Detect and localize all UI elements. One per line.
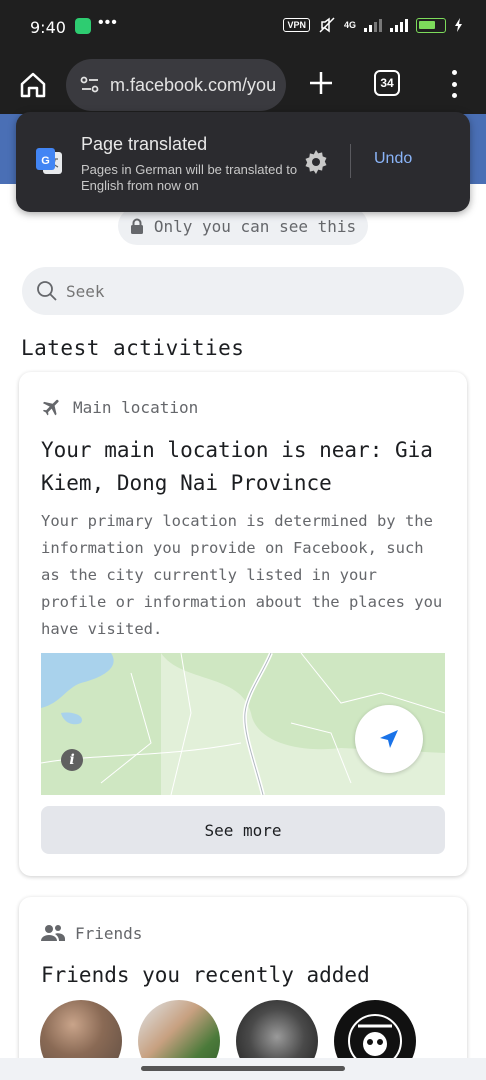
navigation-arrow-icon <box>380 730 398 748</box>
friends-heading: Friends you recently added <box>41 963 370 987</box>
see-more-button[interactable]: See more <box>41 806 445 854</box>
card-header-label: Main location <box>73 397 199 417</box>
page-content: Only you can see this Latest activities … <box>0 114 486 1080</box>
gesture-handle[interactable] <box>141 1066 345 1071</box>
friends-icon <box>41 925 65 941</box>
google-translate-icon: G <box>36 148 62 174</box>
status-time: 9:40 <box>30 18 66 37</box>
main-location-card: Main location Your main location is near… <box>19 372 467 876</box>
tab-switcher-button[interactable]: 34 <box>374 70 400 96</box>
svg-text:G: G <box>41 155 50 167</box>
vpn-icon: VPN <box>283 18 310 32</box>
translate-popup: G Page translated Pages in German will b… <box>16 112 470 212</box>
location-heading: Your main location is near: Gia Kiem, Do… <box>41 438 433 495</box>
translate-title: Page translated <box>81 134 208 154</box>
lock-icon <box>130 218 143 234</box>
mute-icon <box>319 17 335 33</box>
location-map[interactable]: i <box>41 653 445 795</box>
locate-button[interactable] <box>355 705 423 773</box>
card-header: Main location <box>41 396 198 418</box>
status-indicators: VPN 4G <box>283 16 464 34</box>
card-header-label: Friends <box>75 923 143 943</box>
gear-icon[interactable] <box>302 148 330 176</box>
signal-icon-2 <box>390 18 408 32</box>
network-type: 4G <box>343 20 356 30</box>
charging-icon <box>455 18 462 32</box>
more-menu-icon[interactable] <box>446 70 462 98</box>
browser-toolbar: m.facebook.com/you 34 <box>0 56 486 114</box>
privacy-badge: Only you can see this <box>118 207 368 245</box>
battery-icon <box>416 17 446 33</box>
airplane-icon <box>42 399 59 416</box>
section-title: Latest activities <box>21 336 245 360</box>
search-icon <box>37 281 57 301</box>
notification-app-icon <box>75 18 91 34</box>
site-settings-icon[interactable] <box>80 76 100 94</box>
search-input[interactable] <box>66 281 426 301</box>
new-tab-icon[interactable] <box>306 68 336 98</box>
friends-card: Friends Friends you recently added <box>19 897 467 1080</box>
translate-subtitle: Pages in German will be translated to En… <box>81 162 298 193</box>
more-notifications-icon: ••• <box>98 14 118 31</box>
home-icon[interactable] <box>18 70 48 100</box>
map-info-icon[interactable]: i <box>61 749 83 771</box>
privacy-label: Only you can see this <box>153 216 357 236</box>
signal-icon <box>364 18 382 32</box>
undo-button[interactable]: Undo <box>374 150 412 168</box>
url-text: m.facebook.com/you <box>110 74 277 95</box>
status-bar: 9:40 ••• VPN 4G <box>0 0 486 56</box>
card-header: Friends <box>41 923 142 943</box>
search-bar[interactable] <box>22 267 464 315</box>
address-bar[interactable]: m.facebook.com/you <box>66 59 286 111</box>
divider <box>350 144 351 178</box>
location-description: Your primary location is determined by t… <box>41 512 443 638</box>
